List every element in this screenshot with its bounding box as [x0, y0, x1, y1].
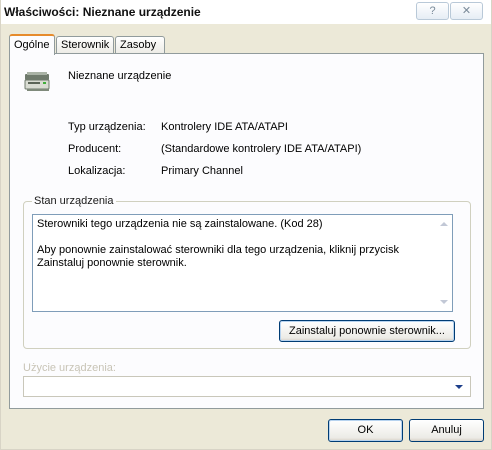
device-status-text: Sterowniki tego urządzenia nie są zainst… [37, 218, 399, 269]
close-button[interactable]: ✕ [450, 2, 483, 20]
device-usage-label: Użycie urządzenia: [23, 362, 116, 374]
device-type-label: Typ urządzenia: [68, 121, 146, 133]
manufacturer-label: Producent: [68, 143, 122, 155]
device-name: Nieznane urządzenie [68, 70, 172, 82]
scroll-down-icon[interactable] [440, 300, 448, 304]
reinstall-driver-button[interactable]: Zainstaluj ponownie sterownik... [279, 320, 455, 342]
general-tab-panel: Nieznane urządzenie Typ urządzenia: Kont… [9, 53, 484, 409]
device-status-group: Stan urządzenia Sterowniki tego urządzen… [23, 195, 471, 349]
cancel-button[interactable]: Anuluj [409, 419, 484, 442]
title-bar: Właściwości: Nieznane urządzenie ? ✕ [1, 0, 491, 24]
window-title: Właściwości: Nieznane urządzenie [4, 5, 201, 19]
ok-button[interactable]: OK [328, 419, 403, 442]
tab-driver[interactable]: Sterownik [56, 36, 114, 54]
unknown-device-icon [24, 72, 50, 91]
manufacturer-value: (Standardowe kontrolery IDE ATA/ATAPI) [161, 143, 362, 155]
properties-dialog: Właściwości: Nieznane urządzenie ? ✕ Ogó… [0, 0, 492, 450]
status-scrollbar[interactable] [436, 215, 452, 311]
scroll-up-icon[interactable] [440, 222, 448, 226]
device-status-textbox[interactable]: Sterowniki tego urządzenia nie są zainst… [32, 214, 453, 312]
location-value: Primary Channel [161, 165, 243, 177]
chevron-down-icon[interactable] [451, 378, 468, 395]
device-usage-select[interactable] [23, 376, 471, 397]
device-status-label: Stan urządzenia [32, 195, 116, 207]
device-type-value: Kontrolery IDE ATA/ATAPI [161, 121, 288, 133]
tab-general[interactable]: Ogólne [9, 34, 55, 55]
location-label: Lokalizacja: [68, 165, 126, 177]
help-button[interactable]: ? [416, 2, 449, 20]
tab-resources[interactable]: Zasoby [115, 36, 165, 54]
